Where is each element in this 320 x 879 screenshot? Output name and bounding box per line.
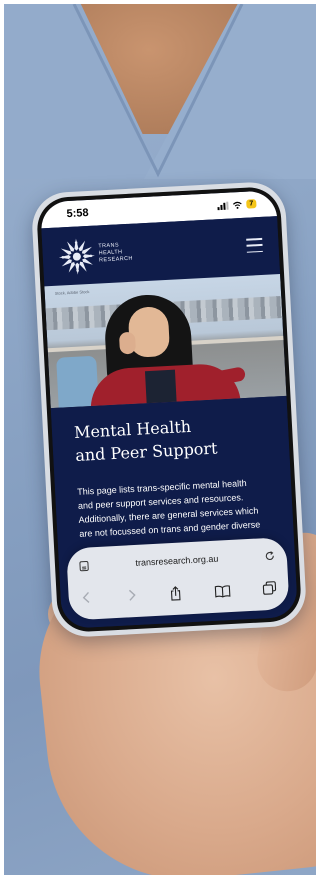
reload-icon[interactable] xyxy=(265,551,276,562)
bookmarks-icon[interactable] xyxy=(214,584,231,598)
tabs-icon[interactable] xyxy=(262,581,277,596)
collar-seam xyxy=(72,4,244,178)
status-icons: 7 xyxy=(217,199,257,210)
tabs-format-icon[interactable] xyxy=(79,560,90,572)
page-intro: This page lists trans-specific mental he… xyxy=(76,478,261,539)
smartphone: 5:58 7 TRANS HEALTH RESEARCH Stock, Adob… xyxy=(30,180,308,639)
forward-icon[interactable] xyxy=(125,588,138,603)
phone-screen: 5:58 7 TRANS HEALTH RESEARCH Stock, Adob… xyxy=(39,190,299,629)
page-title: Mental Health and Peer Support xyxy=(73,416,218,465)
browser-toolbar: transresearch.org.au xyxy=(66,537,290,621)
browser-nav-toolbar xyxy=(80,578,277,608)
photo-credit: Stock, Adobe Stock xyxy=(54,289,90,296)
logo-mark[interactable] xyxy=(56,236,98,278)
logo-wordmark[interactable]: TRANS HEALTH RESEARCH xyxy=(98,240,159,264)
battery-indicator: 7 xyxy=(246,199,257,209)
back-icon[interactable] xyxy=(80,590,93,605)
phone-bezel: 5:58 7 TRANS HEALTH RESEARCH Stock, Adob… xyxy=(35,185,303,634)
person-hand-phone xyxy=(118,331,137,355)
menu-icon[interactable] xyxy=(246,237,263,253)
hero-image: Stock, Adobe Stock xyxy=(44,274,287,409)
share-icon[interactable] xyxy=(169,585,182,601)
url-text[interactable]: transresearch.org.au xyxy=(107,552,247,569)
status-time: 5:58 xyxy=(66,206,89,221)
address-bar[interactable]: transresearch.org.au xyxy=(77,546,278,578)
signal-icon xyxy=(217,201,229,210)
wifi-icon xyxy=(233,201,242,209)
photo-background: 5:58 7 TRANS HEALTH RESEARCH Stock, Adob… xyxy=(4,4,316,875)
